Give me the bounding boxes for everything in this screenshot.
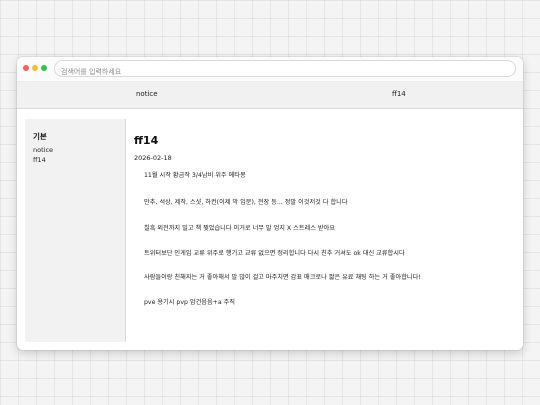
browser-window: notice ff14 기본 notice ff14 ff14 2026-02-… [17,57,523,350]
maximize-window-button[interactable] [41,65,47,71]
tab-notice[interactable]: notice [136,90,158,98]
sidebar: 기본 notice ff14 [25,119,126,342]
sidebar-item-ff14[interactable]: ff14 [33,156,46,164]
tab-ff14[interactable]: ff14 [392,90,406,98]
post-line: 만추, 석상, 제작, 스샷, 하컨(이제 막 입문), 전장 등... 정말 … [144,199,348,206]
sidebar-item-notice[interactable]: notice [33,146,53,154]
search-input[interactable] [55,64,515,80]
tab-bar: notice ff14 [17,82,523,109]
post-content: ff14 2026-02-18 11월 시작 황금작 3/4남비 위주 메타몽 … [133,119,513,342]
post-line: 칠흑 외전까지 밀고 책 찢었습니다 이거로 너무 말 엉지 X 스트레스 받아… [144,225,335,232]
post-title: ff14 [134,134,159,147]
post-line: 트위터보단 인게임 교류 위주로 행기고 교류 없으면 정리합니다 다시 친추 … [144,250,405,257]
minimize-window-button[interactable] [32,65,38,71]
post-line: 11월 시작 황금작 3/4남비 위주 메타몽 [144,172,246,179]
title-bar [17,57,523,82]
close-window-button[interactable] [23,65,29,71]
sidebar-heading: 기본 [33,132,47,141]
search-bar [54,60,516,80]
post-line: pve 용기시 pvp 암건음음+a 주직 [144,299,235,306]
post-line: 사람들이랑 친해지는 거 좋아해서 말 많이 걸고 마주치면 감표 매크로나 짧… [144,274,421,281]
post-date: 2026-02-18 [134,154,172,162]
